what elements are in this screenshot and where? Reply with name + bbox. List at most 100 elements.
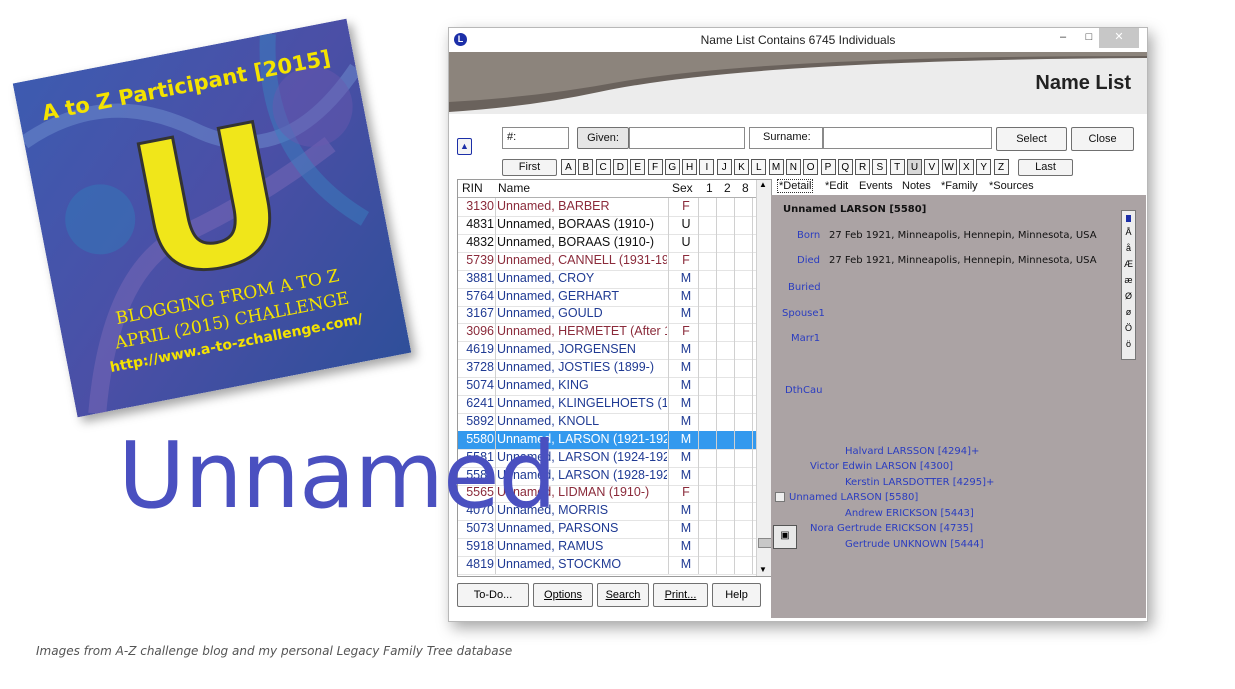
- header-rin[interactable]: RIN: [462, 181, 483, 195]
- table-row[interactable]: 3728 Unnamed, JOSTIES (1899-) M: [458, 359, 756, 379]
- table-row[interactable]: 4832 Unnamed, BORAAS (1910-) U: [458, 233, 756, 253]
- challenge-badge: A to Z Participant [2015] U BLOGGING FRO…: [12, 18, 412, 418]
- table-row[interactable]: 3096 Unnamed, HERMETET (After 1 F: [458, 323, 756, 343]
- minimize-button[interactable]: –: [1049, 28, 1077, 48]
- letter-button-e[interactable]: E: [630, 159, 646, 175]
- tab-events[interactable]: Events: [859, 180, 893, 192]
- first-button[interactable]: First: [502, 159, 557, 176]
- table-row[interactable]: 3881 Unnamed, CROY M: [458, 269, 756, 289]
- table-row[interactable]: 3167 Unnamed, GOULD M: [458, 305, 756, 325]
- special-char[interactable]: å: [1122, 240, 1135, 256]
- pedigree-mother[interactable]: Nora Gertrude ERICKSON [4735]: [810, 523, 973, 534]
- special-characters-strip[interactable]: ÅåÆæØøÖö: [1121, 210, 1136, 360]
- letter-button-m[interactable]: M: [768, 159, 784, 175]
- last-button[interactable]: Last: [1018, 159, 1073, 176]
- letter-button-a[interactable]: A: [561, 159, 576, 175]
- table-row[interactable]: 5918 Unnamed, RAMUS M: [458, 538, 756, 558]
- table-row[interactable]: 4819 Unnamed, STOCKMO M: [458, 556, 756, 575]
- letter-button-k[interactable]: K: [734, 159, 749, 175]
- pedigree-self[interactable]: Unnamed LARSON [5580]: [789, 492, 918, 503]
- letter-button-g[interactable]: G: [664, 159, 680, 175]
- tab-detail[interactable]: *Detail: [777, 179, 814, 193]
- special-char[interactable]: Æ: [1122, 256, 1135, 272]
- special-char[interactable]: æ: [1122, 272, 1135, 288]
- letter-button-q[interactable]: Q: [837, 159, 853, 175]
- table-row[interactable]: 5739 Unnamed, CANNELL (1931-193 F: [458, 251, 756, 271]
- letter-button-o[interactable]: O: [803, 159, 819, 175]
- given-button[interactable]: Given:: [577, 127, 629, 149]
- letter-button-t[interactable]: T: [889, 159, 905, 175]
- letter-button-y[interactable]: Y: [976, 159, 992, 175]
- pedigree-paternal-grandfather[interactable]: Halvard LARSSON [4294]+: [845, 446, 979, 457]
- sex-cell: M: [680, 306, 692, 321]
- scroll-down-icon[interactable]: ▼: [759, 565, 767, 574]
- column-divider: [716, 502, 717, 521]
- letter-button-r[interactable]: R: [855, 159, 871, 175]
- header-name[interactable]: Name: [498, 181, 530, 195]
- close-button[interactable]: Close: [1071, 127, 1134, 151]
- search-button[interactable]: Search: [597, 583, 649, 607]
- select-button[interactable]: Select: [996, 127, 1067, 151]
- special-char[interactable]: ø: [1122, 304, 1135, 320]
- letter-button-h[interactable]: H: [682, 159, 698, 175]
- table-row[interactable]: 5764 Unnamed, GERHART M: [458, 287, 756, 307]
- special-char[interactable]: Ø: [1122, 288, 1135, 304]
- letter-button-v[interactable]: V: [924, 159, 940, 175]
- column-divider: [495, 341, 496, 360]
- letter-button-f[interactable]: F: [647, 159, 663, 175]
- pedigree-maternal-grandmother[interactable]: Gertrude UNKNOWN [5444]: [845, 539, 984, 550]
- letter-button-b[interactable]: B: [578, 159, 594, 175]
- scroll-up-icon[interactable]: ▲: [759, 180, 767, 189]
- help-button[interactable]: Help: [712, 583, 761, 607]
- window-close-button[interactable]: ✕: [1099, 28, 1139, 48]
- column-divider: [734, 377, 735, 395]
- special-char[interactable]: Å: [1122, 224, 1135, 240]
- scroll-thumb[interactable]: [758, 538, 771, 548]
- letter-button-p[interactable]: P: [820, 159, 836, 175]
- pedigree-father[interactable]: Victor Edwin LARSON [4300]: [810, 461, 953, 472]
- rin-field[interactable]: #:: [502, 127, 569, 149]
- rin-cell: 3881: [466, 270, 494, 285]
- list-scrollbar[interactable]: ▲ ▼: [756, 180, 771, 576]
- table-row[interactable]: 3130 Unnamed, BARBER F: [458, 198, 756, 217]
- header-sex[interactable]: Sex: [672, 181, 693, 195]
- letter-button-z[interactable]: Z: [993, 159, 1009, 175]
- letter-button-j[interactable]: J: [716, 159, 732, 175]
- tab-family[interactable]: *Family: [941, 180, 978, 192]
- print-button[interactable]: Print...: [653, 583, 708, 607]
- column-divider: [495, 269, 496, 288]
- options-button[interactable]: Options: [533, 583, 593, 607]
- table-row[interactable]: 4619 Unnamed, JORGENSEN M: [458, 341, 756, 361]
- tab-edit[interactable]: *Edit: [825, 180, 848, 192]
- letter-button-c[interactable]: C: [595, 159, 611, 175]
- given-name-input[interactable]: [629, 127, 745, 149]
- header-col1[interactable]: 1: [706, 181, 713, 195]
- special-char[interactable]: ö: [1122, 336, 1135, 352]
- column-divider: [734, 198, 735, 216]
- special-char[interactable]: Ö: [1122, 320, 1135, 336]
- letter-button-x[interactable]: X: [958, 159, 974, 175]
- letter-button-w[interactable]: W: [941, 159, 957, 175]
- header-col2[interactable]: 2: [724, 181, 731, 195]
- todo-button[interactable]: To-Do...: [457, 583, 529, 607]
- letter-button-d[interactable]: D: [612, 159, 628, 175]
- letter-button-s[interactable]: S: [872, 159, 888, 175]
- header-col8[interactable]: 8: [742, 181, 749, 195]
- scroll-up-arrow-icon[interactable]: ▲: [457, 138, 472, 155]
- surname-input[interactable]: [823, 127, 992, 149]
- letter-button-i[interactable]: I: [699, 159, 715, 175]
- pedigree-checkbox[interactable]: [775, 492, 785, 502]
- column-divider: [698, 377, 699, 395]
- table-row[interactable]: 5074 Unnamed, KING M: [458, 377, 756, 396]
- letter-button-l[interactable]: L: [751, 159, 767, 175]
- family-group-icon[interactable]: ▣: [773, 525, 797, 549]
- tab-notes[interactable]: Notes: [902, 180, 931, 192]
- tab-sources[interactable]: *Sources: [989, 180, 1034, 192]
- table-row[interactable]: 6241 Unnamed, KLINGELHOETS (19 M: [458, 394, 756, 414]
- name-cell: Unnamed, GERHART: [497, 288, 620, 303]
- letter-button-n[interactable]: N: [785, 159, 801, 175]
- pedigree-paternal-grandmother[interactable]: Kerstin LARSDOTTER [4295]+: [845, 477, 994, 488]
- table-row[interactable]: 4831 Unnamed, BORAAS (1910-) U: [458, 215, 756, 235]
- pedigree-maternal-grandfather[interactable]: Andrew ERICKSON [5443]: [845, 508, 974, 519]
- letter-button-u[interactable]: U: [907, 159, 922, 175]
